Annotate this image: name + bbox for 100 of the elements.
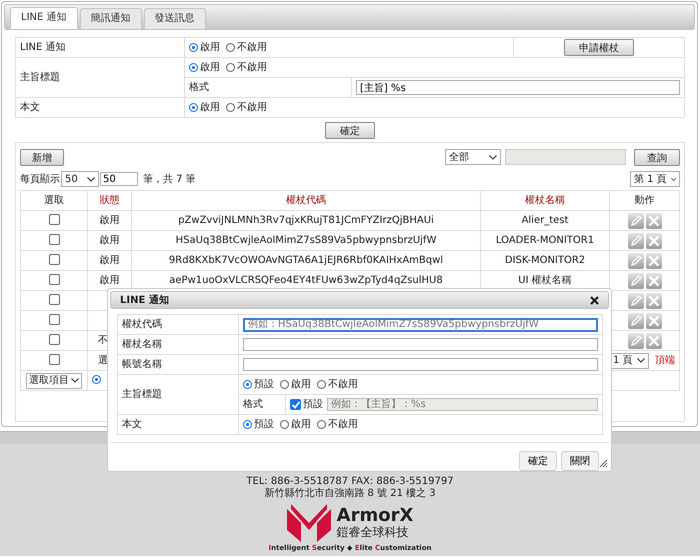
column-header[interactable]: 權杖名稱 xyxy=(480,190,610,210)
field-label: 帳號名稱 xyxy=(118,354,238,374)
table-cell: 啟用 xyxy=(88,230,132,250)
table-cell: 啟用 xyxy=(88,250,132,270)
table-cell: LOADER-MONITOR1 xyxy=(480,230,610,250)
brand-name: ArmorX xyxy=(336,506,414,525)
confirm-button[interactable]: 確定 xyxy=(325,122,375,139)
radio-button[interactable] xyxy=(189,43,198,52)
edit-icon[interactable] xyxy=(628,212,644,228)
edit-icon[interactable] xyxy=(628,252,644,268)
confirm-button[interactable]: 確定 xyxy=(519,451,557,471)
radio-label: 啟用 xyxy=(291,418,311,430)
table-cell: HSaUq38BtCwjleAolMimZ7sS89Va5pbwypnsbrzUjfW xyxy=(132,230,480,250)
column-header[interactable]: 狀態 xyxy=(88,190,132,210)
radio-label: 預設 xyxy=(254,378,274,390)
checkbox-label: 預設 xyxy=(303,398,323,410)
checkbox[interactable] xyxy=(48,354,60,366)
tab[interactable]: LINE 通知 xyxy=(10,7,78,29)
radio-label: 不啟用 xyxy=(237,102,267,114)
checkbox[interactable] xyxy=(48,254,60,266)
top-link[interactable]: 頂端 xyxy=(655,354,675,366)
close-button[interactable]: 關閉 xyxy=(561,451,599,471)
format-field[interactable]: [主旨] %s xyxy=(356,80,680,95)
record-count: 筆，共 7 筆 xyxy=(143,172,196,186)
text-field[interactable] xyxy=(243,358,598,371)
checkbox[interactable] xyxy=(48,314,60,326)
radio-button[interactable] xyxy=(280,380,289,389)
edit-icon[interactable] xyxy=(628,292,644,308)
radio-label: 啟用 xyxy=(200,62,220,74)
apply-token-button[interactable]: 申請權杖 xyxy=(564,39,634,56)
radio-button[interactable] xyxy=(189,103,198,112)
delete-icon[interactable] xyxy=(646,252,662,268)
dropdown[interactable]: 第 1 頁 xyxy=(630,171,680,187)
caret-icon xyxy=(670,176,676,182)
delete-icon[interactable] xyxy=(646,272,662,288)
column-header: 動作 xyxy=(610,190,680,210)
radio-button[interactable] xyxy=(317,380,326,389)
delete-icon[interactable] xyxy=(646,332,662,348)
field-label: 權杖名稱 xyxy=(118,334,238,354)
edit-icon[interactable] xyxy=(628,232,644,248)
column-header[interactable]: 權杖代碼 xyxy=(132,190,480,210)
dialog-title: LINE 通知 xyxy=(120,294,169,307)
radio-button[interactable] xyxy=(280,420,289,429)
edit-icon[interactable] xyxy=(628,332,644,348)
edit-icon[interactable] xyxy=(628,312,644,328)
field-label: 權杖代碼 xyxy=(118,314,238,334)
field-label: 格式 xyxy=(238,394,286,414)
field-label: 本文 xyxy=(16,98,184,118)
per-page-label: 每頁顯示 xyxy=(20,172,60,186)
logo-icon xyxy=(286,504,331,542)
radio-label: 不啟用 xyxy=(328,418,358,430)
caret-icon xyxy=(71,378,79,383)
field-label: 本文 xyxy=(118,414,238,434)
checkbox[interactable] xyxy=(48,234,60,246)
field-label: LINE 通知 xyxy=(16,38,184,58)
checkbox[interactable] xyxy=(48,214,60,226)
field-label: 格式 xyxy=(184,78,352,98)
edit-icon[interactable] xyxy=(628,272,644,288)
delete-icon[interactable] xyxy=(646,292,662,308)
table-cell: Alier_test xyxy=(480,210,610,230)
search-field[interactable] xyxy=(505,149,626,165)
caret-icon xyxy=(87,176,95,182)
radio-button[interactable] xyxy=(189,63,198,72)
dropdown[interactable]: 全部 xyxy=(445,149,501,165)
contact-text: TEL: 886-3-5518787 FAX: 886-3-5519797 xyxy=(246,476,454,488)
select-all-label: 選 xyxy=(98,354,108,366)
column-header: 選取 xyxy=(20,190,88,210)
close-icon[interactable] xyxy=(590,296,599,304)
radio-button[interactable] xyxy=(243,420,252,429)
table-cell: 啟用 xyxy=(88,210,132,230)
field-label: 主旨標題 xyxy=(118,374,238,414)
radio-button[interactable] xyxy=(92,375,101,384)
caret-icon xyxy=(489,154,497,160)
delete-icon[interactable] xyxy=(646,232,662,248)
radio-button[interactable] xyxy=(317,420,326,429)
per-page-field[interactable]: 50 xyxy=(100,172,138,186)
delete-icon[interactable] xyxy=(646,212,662,228)
query-button[interactable]: 查詢 xyxy=(634,148,680,166)
add-button[interactable]: 新增 xyxy=(20,148,64,166)
radio-button[interactable] xyxy=(226,43,235,52)
dropdown[interactable]: 選取項目 xyxy=(26,372,82,388)
dropdown[interactable]: 50 xyxy=(61,171,99,187)
tab[interactable]: 發送訊息 xyxy=(144,8,206,29)
radio-label: 啟用 xyxy=(200,102,220,114)
tab[interactable]: 簡訊通知 xyxy=(80,8,142,29)
checkbox[interactable] xyxy=(290,399,301,410)
radio-label: 啟用 xyxy=(291,378,311,390)
field-label: 主旨標題 xyxy=(16,58,184,98)
radio-button[interactable] xyxy=(243,380,252,389)
radio-label: 不啟用 xyxy=(237,42,267,54)
radio-button[interactable] xyxy=(226,103,235,112)
table-cell: 9Rd8KXbK7VcOWOAvNGTA6A1jEJR6Rbf0KAIHxAmBqwl xyxy=(132,250,480,270)
caret-icon xyxy=(637,358,645,363)
delete-icon[interactable] xyxy=(646,312,662,328)
checkbox[interactable] xyxy=(48,274,60,286)
radio-button[interactable] xyxy=(226,63,235,72)
dropdown[interactable]: 1 頁 xyxy=(610,352,649,368)
checkbox[interactable] xyxy=(48,294,60,306)
checkbox[interactable] xyxy=(48,334,60,346)
text-field[interactable] xyxy=(243,338,598,351)
